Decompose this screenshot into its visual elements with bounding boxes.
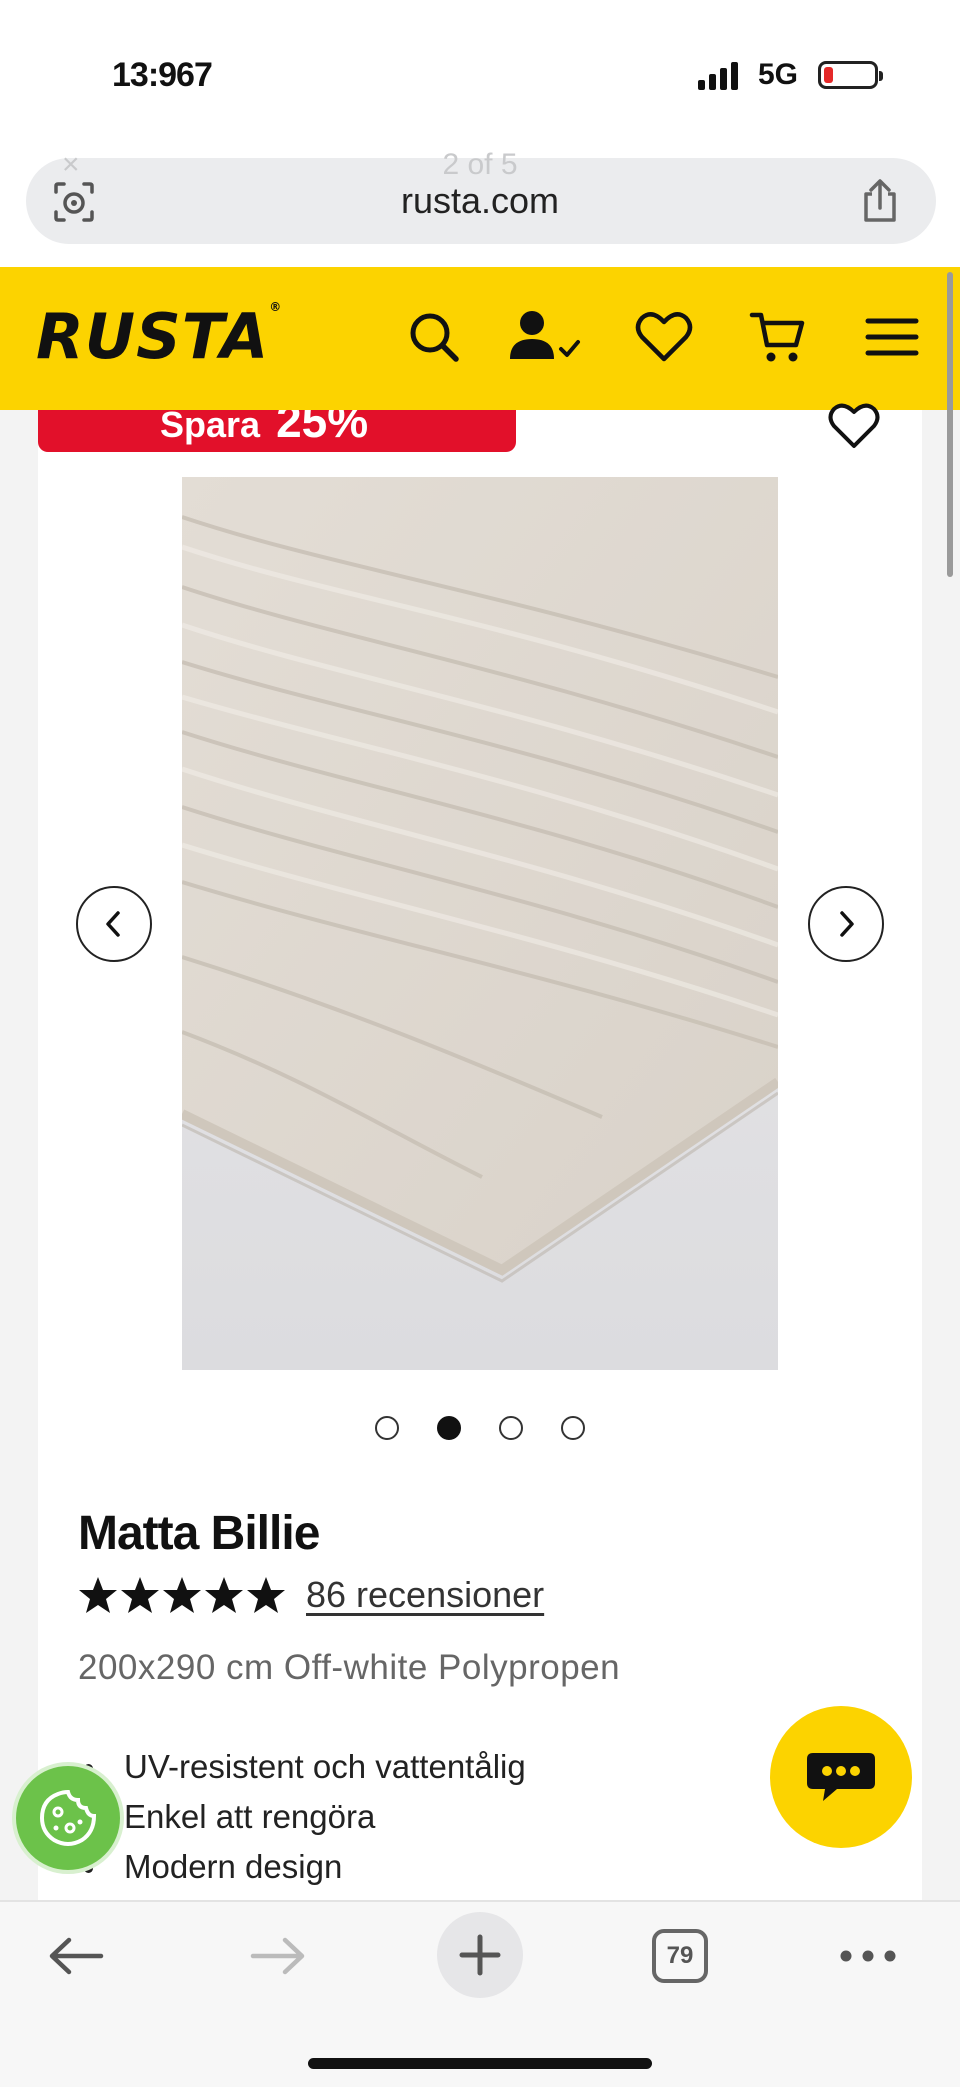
cellular-signal-icon [697, 60, 738, 90]
more-menu-button[interactable] [836, 1924, 900, 1988]
ghost-page-counter: 2 of 5 [442, 148, 518, 181]
star-icon [205, 1577, 243, 1613]
wishlist-heart-icon[interactable] [826, 398, 882, 452]
product-variant: 200x290 cm Off-white Polypropen [78, 1648, 621, 1687]
gallery-next-button[interactable] [808, 886, 884, 962]
status-bar: 13:967 5G [0, 0, 960, 150]
star-icon [247, 1577, 285, 1613]
gallery-dot-3[interactable] [499, 1416, 523, 1440]
battery-icon [818, 61, 883, 89]
home-indicator [308, 2058, 652, 2069]
sale-badge: Spara 25% [38, 410, 516, 452]
feature-item: Modern design [78, 1842, 526, 1892]
gallery-dot-2[interactable] [437, 1416, 461, 1440]
account-icon[interactable] [506, 307, 586, 367]
forward-button[interactable] [246, 1924, 310, 1988]
product-title: Matta Billie [78, 1507, 320, 1560]
sale-badge-label: Spara [160, 410, 261, 445]
rug-photo [182, 477, 778, 1370]
network-type: 5G [757, 58, 798, 91]
chevron-left-icon [106, 911, 120, 937]
cookie-settings-button[interactable] [12, 1762, 124, 1874]
arrow-right-icon [250, 1937, 305, 1975]
logo-mark: ® [269, 300, 283, 314]
plus-icon [437, 1912, 523, 1998]
tabs-button[interactable]: 79 [652, 1924, 708, 1988]
feature-item: Enkel att rengöra [78, 1792, 526, 1842]
reviews-link[interactable]: 86 recensioner [306, 1574, 544, 1616]
rusta-logo[interactable]: RUSTA® [36, 300, 282, 373]
chat-button[interactable] [770, 1706, 912, 1848]
page-scrollbar[interactable] [947, 272, 953, 577]
back-button[interactable] [44, 1924, 108, 1988]
menu-icon[interactable] [864, 307, 920, 367]
chevron-right-icon [840, 911, 854, 937]
cookie-icon [39, 1789, 97, 1846]
gallery-dot-1[interactable] [375, 1416, 399, 1440]
arrow-left-icon [49, 1937, 104, 1975]
gallery-prev-button[interactable] [76, 886, 152, 962]
sale-badge-value: 25% [276, 410, 369, 447]
product-image[interactable] [182, 477, 778, 1370]
cart-icon[interactable] [748, 307, 808, 367]
rating-stars [78, 1575, 286, 1615]
gallery-dots [375, 1416, 585, 1440]
search-icon[interactable] [404, 307, 464, 367]
new-tab-button[interactable] [437, 1912, 523, 1998]
star-icon [163, 1577, 201, 1613]
star-icon [121, 1577, 159, 1613]
heart-icon[interactable] [634, 307, 694, 367]
ellipsis-icon [840, 1950, 896, 1962]
tabs-count: 79 [652, 1929, 708, 1983]
chat-bubble-icon [807, 1753, 875, 1801]
status-icons: 5G [697, 58, 883, 92]
url-text[interactable]: rusta.com [0, 180, 960, 222]
star-icon [79, 1577, 117, 1613]
gallery-dot-4[interactable] [561, 1416, 585, 1440]
status-time: 13:967 [112, 56, 213, 94]
feature-item: UV-resistent och vattentålig [78, 1742, 526, 1792]
feature-list: UV-resistent och vattentålig Enkel att r… [78, 1742, 526, 1892]
share-icon[interactable] [858, 178, 902, 224]
product-rating: 86 recensioner [78, 1574, 544, 1616]
logo-text: RUSTA [36, 300, 270, 373]
